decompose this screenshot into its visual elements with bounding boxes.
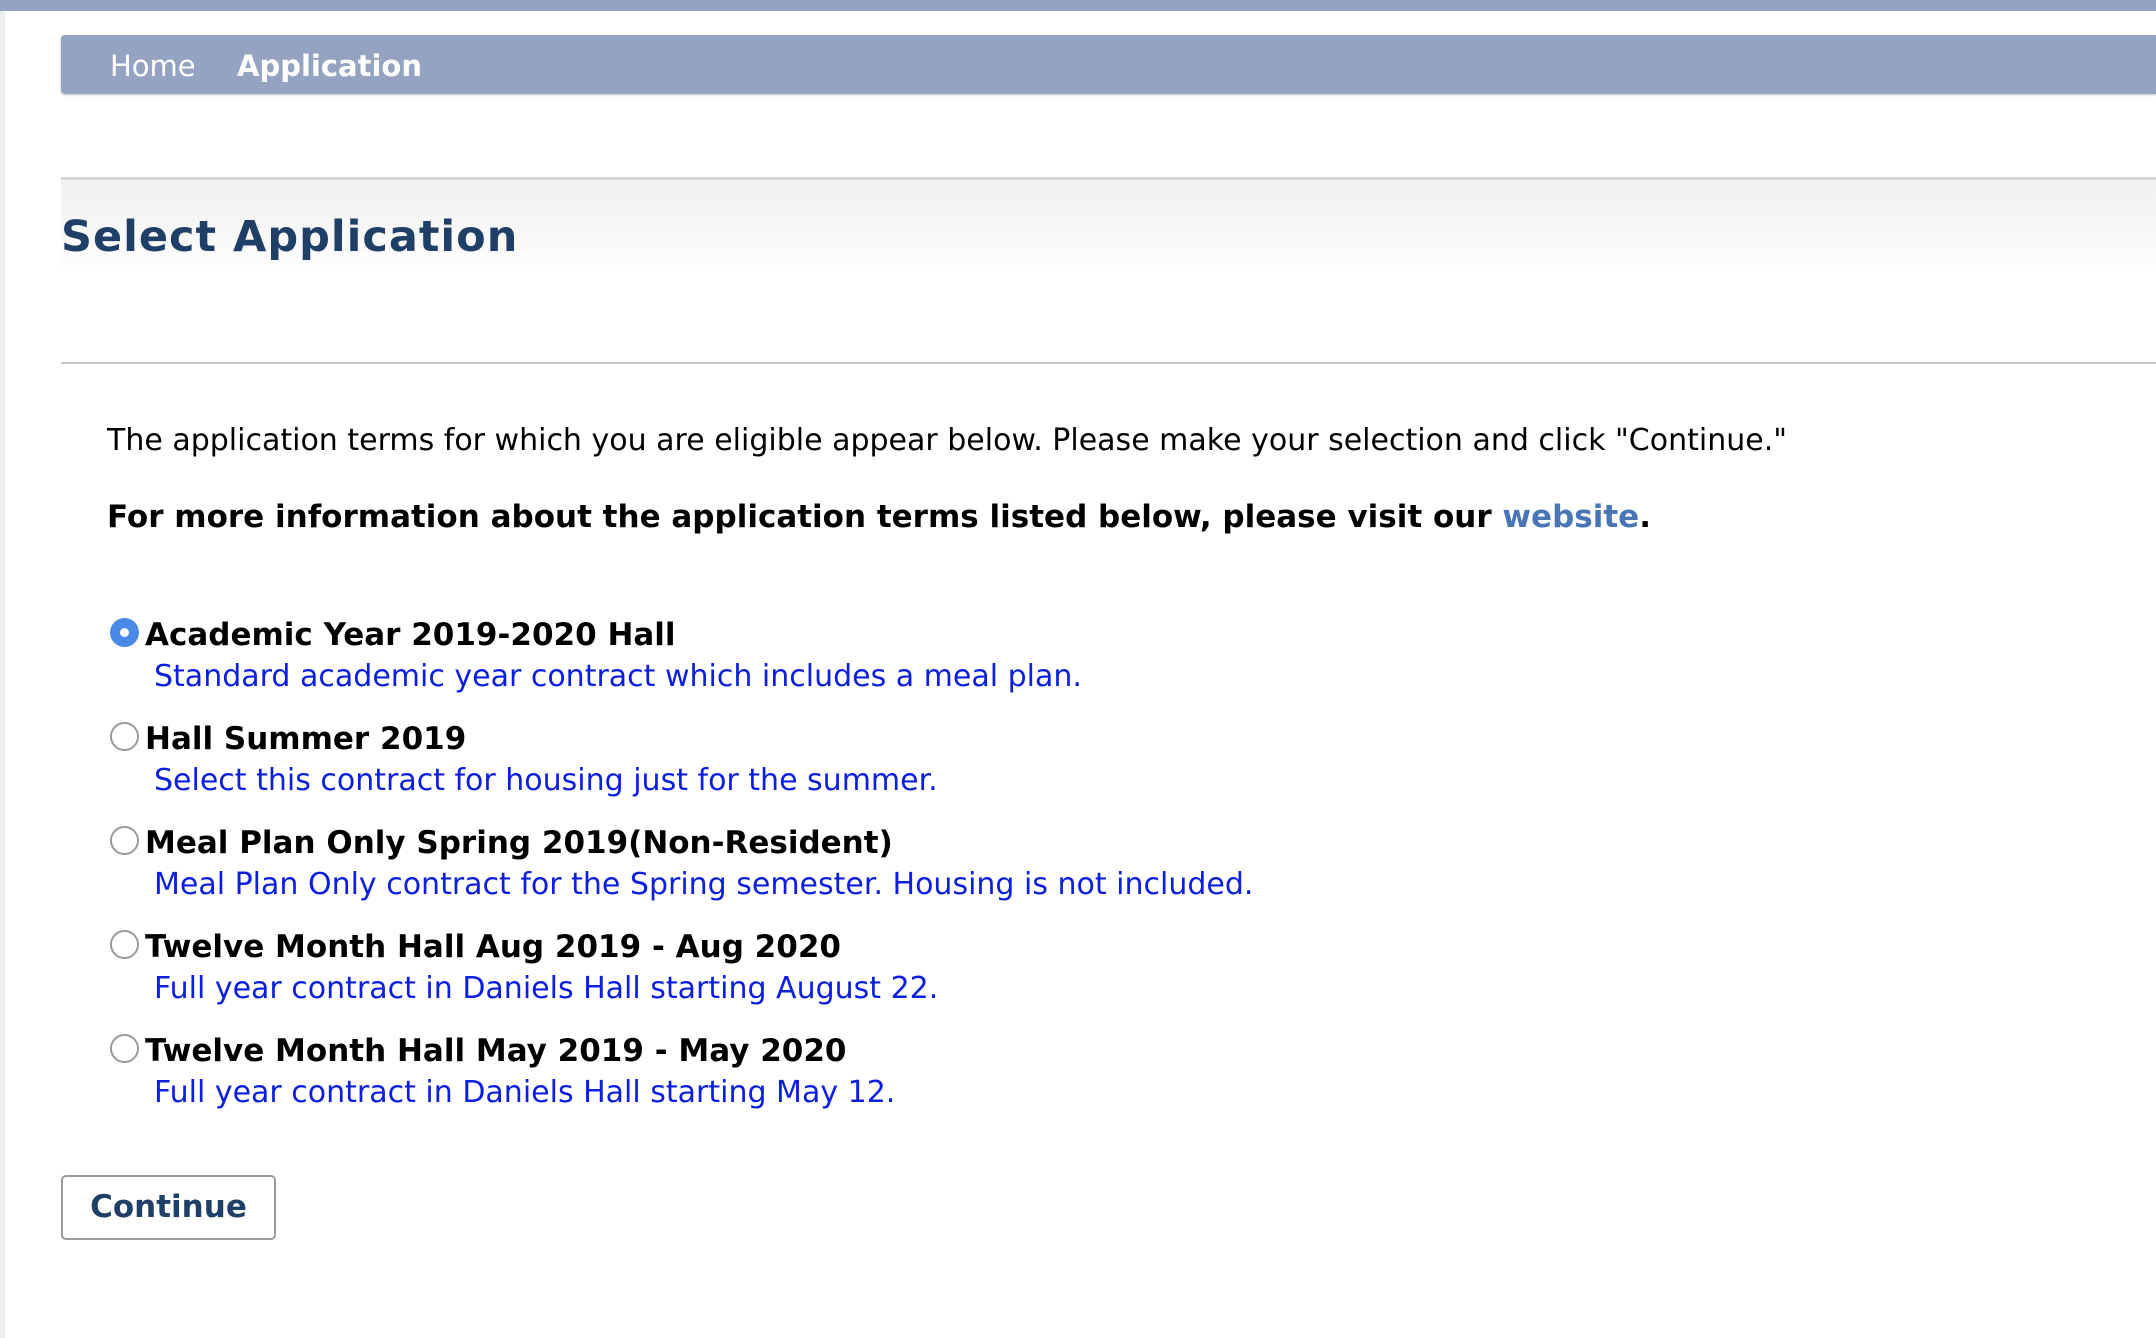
radio-button[interactable] bbox=[110, 1034, 139, 1063]
option-title: Twelve Month Hall Aug 2019 - Aug 2020 bbox=[145, 929, 841, 965]
option-title: Twelve Month Hall May 2019 - May 2020 bbox=[145, 1033, 847, 1069]
nav-application-link[interactable]: Application bbox=[237, 48, 422, 84]
nav-home-link[interactable]: Home bbox=[110, 48, 196, 84]
top-strip bbox=[0, 0, 2156, 11]
option-title: Academic Year 2019-2020 Hall bbox=[145, 617, 676, 653]
more-info-suffix: . bbox=[1639, 499, 1651, 535]
intro-text: The application terms for which you are … bbox=[107, 423, 1788, 458]
page-title: Select Application bbox=[61, 212, 519, 262]
more-info-text: For more information about the applicati… bbox=[107, 498, 1651, 536]
navbar: Home Application bbox=[61, 35, 2156, 94]
option-description: Full year contract in Daniels Hall start… bbox=[154, 971, 939, 1006]
title-band: Select Application bbox=[61, 177, 2156, 274]
more-info-prefix: For more information about the applicati… bbox=[107, 499, 1503, 535]
option-title: Hall Summer 2019 bbox=[145, 721, 467, 757]
continue-button[interactable]: Continue bbox=[61, 1175, 276, 1240]
option-description: Select this contract for housing just fo… bbox=[154, 763, 938, 798]
option-description: Standard academic year contract which in… bbox=[154, 659, 1082, 694]
radio-button[interactable] bbox=[110, 618, 139, 647]
divider bbox=[61, 362, 2156, 364]
option-description: Full year contract in Daniels Hall start… bbox=[154, 1075, 896, 1110]
left-border bbox=[0, 11, 5, 1338]
radio-button[interactable] bbox=[110, 722, 139, 751]
website-link[interactable]: website bbox=[1502, 499, 1639, 535]
option-description: Meal Plan Only contract for the Spring s… bbox=[154, 867, 1254, 902]
option-title: Meal Plan Only Spring 2019(Non-Resident) bbox=[145, 825, 893, 861]
radio-button[interactable] bbox=[110, 826, 139, 855]
radio-button[interactable] bbox=[110, 930, 139, 959]
